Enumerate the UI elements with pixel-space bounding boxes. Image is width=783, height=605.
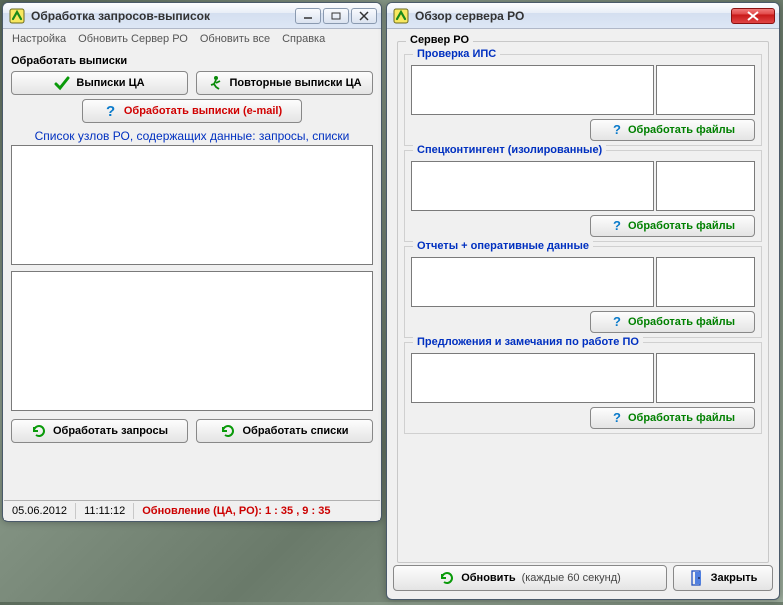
person-run-icon bbox=[207, 75, 223, 91]
content-right: Сервер РО Проверка ИПС ? Обработать файл… bbox=[387, 29, 779, 605]
close-button[interactable] bbox=[351, 8, 377, 24]
process-files-button[interactable]: ? Обработать файлы bbox=[590, 407, 755, 429]
process-files-button[interactable]: ? Обработать файлы bbox=[590, 215, 755, 237]
question-icon: ? bbox=[102, 103, 118, 119]
nodes-list-header: Список узлов РО, содержащих данные: запр… bbox=[11, 129, 373, 143]
server-ro-group: Сервер РО Проверка ИПС ? Обработать файл… bbox=[397, 41, 769, 563]
listbox-left[interactable] bbox=[411, 353, 654, 403]
svg-text:?: ? bbox=[106, 103, 115, 119]
window-server-overview: Обзор сервера РО Сервер РО Проверка ИПС … bbox=[386, 2, 780, 600]
button-label: Обработать файлы bbox=[628, 316, 735, 328]
titlebar-left[interactable]: Обработка запросов-выписок bbox=[3, 3, 381, 29]
section-feedback: Предложения и замечания по работе ПО ? О… bbox=[404, 342, 762, 434]
button-label: Обновить bbox=[461, 572, 515, 584]
listbox-right[interactable] bbox=[656, 65, 755, 115]
button-label: Обработать файлы bbox=[628, 412, 735, 424]
titlebar-right[interactable]: Обзор сервера РО bbox=[387, 3, 779, 29]
button-label: Выписки ЦА bbox=[76, 77, 144, 89]
status-date: 05.06.2012 bbox=[4, 503, 76, 519]
button-label: Обработать файлы bbox=[628, 124, 735, 136]
menu-item[interactable]: Обновить Сервер РО bbox=[73, 31, 193, 47]
section-legend: Отчеты + оперативные данные bbox=[413, 240, 593, 252]
app-icon bbox=[393, 8, 409, 24]
nodes-listbox-1[interactable] bbox=[11, 145, 373, 265]
menu-item[interactable]: Справка bbox=[277, 31, 330, 47]
listbox-right[interactable] bbox=[656, 353, 755, 403]
process-files-button[interactable]: ? Обработать файлы bbox=[590, 119, 755, 141]
svg-text:?: ? bbox=[613, 122, 621, 136]
section-label: Обработать выписки bbox=[11, 55, 373, 67]
button-label: Обработать выписки (e-mail) bbox=[124, 105, 282, 117]
window-controls bbox=[731, 8, 775, 24]
section-legend: Проверка ИПС bbox=[413, 48, 500, 60]
nodes-listbox-2[interactable] bbox=[11, 271, 373, 411]
listbox-right[interactable] bbox=[656, 257, 755, 307]
door-icon bbox=[689, 570, 705, 586]
svg-text:?: ? bbox=[613, 218, 621, 232]
status-update: Обновление (ЦА, РО): 1 : 35 , 9 : 35 bbox=[134, 503, 380, 519]
button-label: Закрыть bbox=[711, 572, 758, 584]
close-button[interactable] bbox=[731, 8, 775, 24]
button-label: Обработать списки bbox=[242, 425, 348, 437]
content-left: Обработать выписки Выписки ЦА Повторные … bbox=[3, 49, 381, 451]
listbox-left[interactable] bbox=[411, 161, 654, 211]
section-speckontingent: Спецконтингент (изолированные) ? Обработ… bbox=[404, 150, 762, 242]
minimize-button[interactable] bbox=[295, 8, 321, 24]
listbox-left[interactable] bbox=[411, 65, 654, 115]
section-ips: Проверка ИПС ? Обработать файлы bbox=[404, 54, 762, 146]
window-controls bbox=[295, 8, 377, 24]
section-reports: Отчеты + оперативные данные ? Обработать… bbox=[404, 246, 762, 338]
question-icon: ? bbox=[610, 410, 624, 427]
process-files-button[interactable]: ? Обработать файлы bbox=[590, 311, 755, 333]
button-label: Повторные выписки ЦА bbox=[229, 77, 361, 89]
window-title: Обработка запросов-выписок bbox=[31, 9, 295, 23]
menu-item[interactable]: Настройка bbox=[7, 31, 71, 47]
refresh-icon bbox=[31, 423, 47, 439]
process-requests-button[interactable]: Обработать запросы bbox=[11, 419, 188, 443]
refresh-icon bbox=[439, 570, 455, 586]
svg-text:?: ? bbox=[613, 410, 621, 424]
statusbar: 05.06.2012 11:11:12 Обновление (ЦА, РО):… bbox=[4, 500, 380, 520]
window-requests: Обработка запросов-выписок Настройка Обн… bbox=[2, 2, 382, 522]
refresh-icon bbox=[220, 423, 236, 439]
close-button[interactable]: Закрыть bbox=[673, 565, 773, 591]
question-icon: ? bbox=[610, 314, 624, 331]
listbox-left[interactable] bbox=[411, 257, 654, 307]
refresh-hint: (каждые 60 секунд) bbox=[522, 572, 621, 584]
menu-item[interactable]: Обновить все bbox=[195, 31, 275, 47]
question-icon: ? bbox=[610, 218, 624, 235]
process-lists-button[interactable]: Обработать списки bbox=[196, 419, 373, 443]
button-label: Обработать файлы bbox=[628, 220, 735, 232]
app-icon bbox=[9, 8, 25, 24]
status-time: 11:11:12 bbox=[76, 503, 134, 519]
refresh-button[interactable]: Обновить (каждые 60 секунд) bbox=[393, 565, 667, 591]
group-legend: Сервер РО bbox=[406, 34, 473, 46]
menubar: Настройка Обновить Сервер РО Обновить вс… bbox=[3, 29, 381, 49]
svg-text:?: ? bbox=[613, 314, 621, 328]
section-legend: Спецконтингент (изолированные) bbox=[413, 144, 606, 156]
button-label: Обработать запросы bbox=[53, 425, 168, 437]
question-icon: ? bbox=[610, 122, 624, 139]
bottom-bar: Обновить (каждые 60 секунд) Закрыть bbox=[393, 565, 773, 593]
vypiski-ca-button[interactable]: Выписки ЦА bbox=[11, 71, 188, 95]
process-email-button[interactable]: ? Обработать выписки (e-mail) bbox=[82, 99, 302, 123]
povtornye-button[interactable]: Повторные выписки ЦА bbox=[196, 71, 373, 95]
maximize-button[interactable] bbox=[323, 8, 349, 24]
section-legend: Предложения и замечания по работе ПО bbox=[413, 336, 643, 348]
listbox-right[interactable] bbox=[656, 161, 755, 211]
window-title: Обзор сервера РО bbox=[415, 9, 731, 23]
checkmark-icon bbox=[54, 75, 70, 91]
